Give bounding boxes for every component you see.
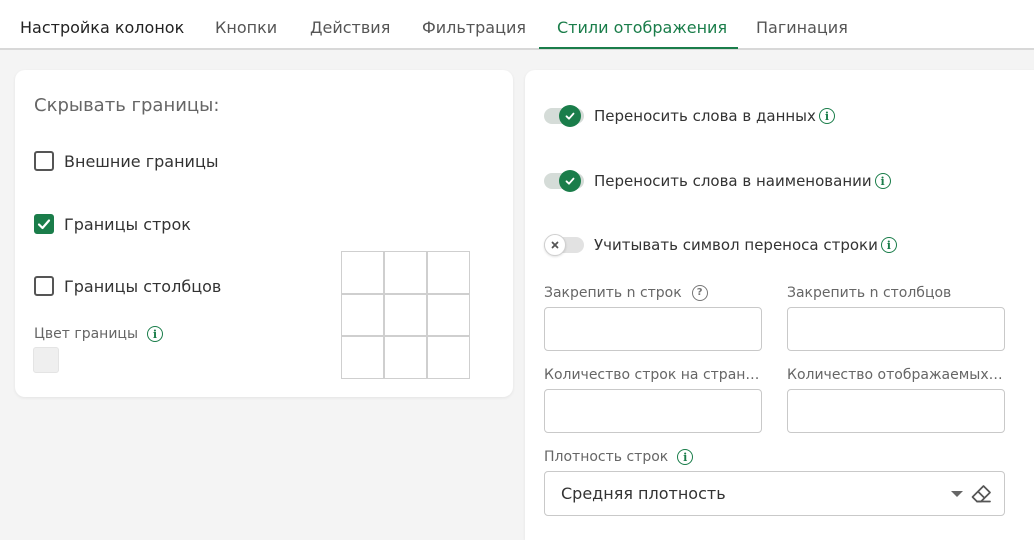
checkbox-row-borders[interactable]: Границы строк xyxy=(34,211,191,237)
freeze-rows-label-text: Закрепить n строк xyxy=(544,285,682,301)
info-icon[interactable]: i xyxy=(818,108,835,124)
tab-column-settings[interactable]: Настройка колонок xyxy=(20,0,184,50)
rows-per-page-label: Количество строк на страни... xyxy=(544,367,762,383)
border-color-label: Цвет границы i xyxy=(34,326,163,342)
row-density-label-text: Плотность строк xyxy=(544,449,669,465)
toggle-switch[interactable] xyxy=(544,234,584,256)
toggle-knob xyxy=(559,170,581,192)
grid-preview-cell xyxy=(342,294,383,336)
toggle-label: Учитывать символ переноса строки xyxy=(594,236,878,254)
toggle-wrap-header[interactable]: Переносить слова в наименовании i xyxy=(544,168,891,194)
checkbox-box-checked[interactable] xyxy=(34,214,54,234)
toggle-wrap-data[interactable]: Переносить слова в данных i xyxy=(544,103,835,129)
rows-per-page-input[interactable] xyxy=(544,389,762,433)
grid-preview-cell xyxy=(342,252,383,293)
toggle-switch[interactable] xyxy=(544,105,584,127)
eraser-icon[interactable] xyxy=(969,482,993,506)
border-color-label-text: Цвет границы xyxy=(34,326,138,342)
freeze-rows-label: Закрепить n строк ? xyxy=(544,285,708,301)
borders-section-title: Скрывать границы: xyxy=(34,95,220,116)
toggle-knob xyxy=(544,234,566,256)
grid-preview-cell xyxy=(385,252,426,293)
chevron-down-icon[interactable] xyxy=(951,491,963,497)
displayed-count-label-text: Количество отображаемых ... xyxy=(787,367,1005,383)
grid-preview-cell xyxy=(385,294,426,336)
row-density-label: Плотность строк i xyxy=(544,449,694,465)
tab-display-styles[interactable]: Стили отображения xyxy=(557,0,727,50)
active-tab-indicator xyxy=(539,47,738,49)
tab-actions[interactable]: Действия xyxy=(310,0,390,50)
row-density-select[interactable]: Средняя плотность xyxy=(544,471,1005,516)
tab-filtering[interactable]: Фильтрация xyxy=(422,0,526,50)
grid-preview-cell xyxy=(428,337,469,378)
freeze-columns-input[interactable] xyxy=(787,307,1005,351)
check-icon xyxy=(565,112,575,120)
displayed-count-input[interactable] xyxy=(787,389,1005,433)
grid-preview-cell xyxy=(385,337,426,378)
border-color-swatch[interactable] xyxy=(33,347,59,373)
checkbox-outer-borders[interactable]: Внешние границы xyxy=(34,148,218,174)
close-icon xyxy=(551,241,559,249)
borders-card: Скрывать границы: Внешние границы Границ… xyxy=(15,70,513,397)
toggle-label: Переносить слова в данных xyxy=(594,107,816,125)
info-icon[interactable]: i xyxy=(874,173,891,189)
toggle-switch[interactable] xyxy=(544,170,584,192)
check-icon xyxy=(565,177,575,185)
checkbox-column-borders[interactable]: Границы столбцов xyxy=(34,273,221,299)
help-icon[interactable]: ? xyxy=(691,285,708,301)
toggle-knob xyxy=(559,105,581,127)
tab-pagination[interactable]: Пагинация xyxy=(756,0,848,50)
checkbox-label: Внешние границы xyxy=(64,151,219,171)
info-icon[interactable]: i xyxy=(677,449,694,465)
tab-buttons[interactable]: Кнопки xyxy=(215,0,277,50)
checkbox-box[interactable] xyxy=(34,276,54,296)
row-density-value: Средняя плотность xyxy=(561,484,726,503)
display-styles-card: Переносить слова в данных i Переносить с… xyxy=(525,70,1034,540)
freeze-rows-input[interactable] xyxy=(544,307,762,351)
tab-bar: Настройка колонок Кнопки Действия Фильтр… xyxy=(0,0,1034,50)
freeze-columns-label: Закрепить n столбцов xyxy=(787,285,951,301)
border-grid-preview xyxy=(341,251,470,379)
checkmark-icon xyxy=(37,219,51,230)
grid-preview-cell xyxy=(342,337,383,378)
toggle-label: Переносить слова в наименовании xyxy=(594,172,872,190)
freeze-columns-label-text: Закрепить n столбцов xyxy=(787,285,952,301)
grid-preview-cell xyxy=(428,294,469,336)
checkbox-box[interactable] xyxy=(34,151,54,171)
grid-preview-cell xyxy=(428,252,469,293)
displayed-count-label: Количество отображаемых ... xyxy=(787,367,1005,383)
checkbox-label: Границы столбцов xyxy=(64,276,222,296)
toggle-line-break-symbol[interactable]: Учитывать символ переноса строки i xyxy=(544,232,897,258)
rows-per-page-label-text: Количество строк на страни... xyxy=(544,367,762,383)
info-icon[interactable]: i xyxy=(147,326,163,342)
info-icon[interactable]: i xyxy=(880,237,897,253)
checkbox-label: Границы строк xyxy=(64,214,191,234)
